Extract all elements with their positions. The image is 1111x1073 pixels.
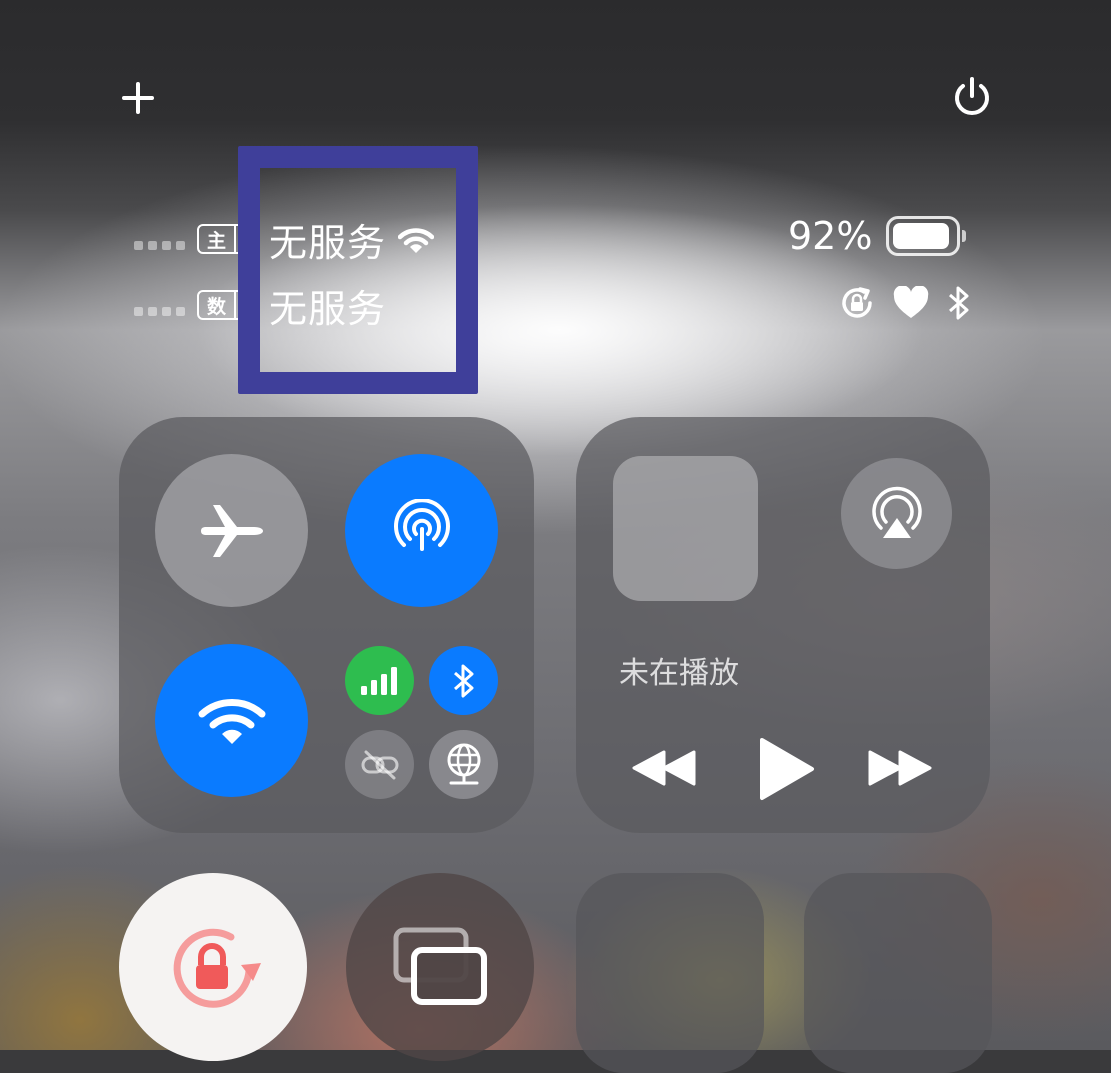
bluetooth-toggle[interactable] (429, 646, 498, 715)
rotation-lock-toggle[interactable] (119, 873, 307, 1061)
personal-hotspot-toggle[interactable] (345, 730, 414, 799)
rotation-lock-status-icon (842, 287, 872, 318)
battery-icon (886, 216, 961, 256)
battery-percent: 92% (788, 214, 873, 258)
wifi-toggle[interactable] (155, 644, 308, 797)
next-track-icon (868, 750, 932, 786)
vpn-toggle[interactable] (429, 730, 498, 799)
battery-level-fill (893, 223, 949, 249)
screen-mirroring-icon (393, 927, 487, 1005)
battery-nub (962, 230, 967, 242)
secondary-status-icons (838, 284, 972, 322)
plus-icon (122, 82, 154, 114)
airdrop-icon (393, 498, 450, 551)
signal-dots (134, 240, 185, 250)
airplane-mode-toggle[interactable] (155, 454, 308, 607)
next-track-button[interactable] (866, 744, 934, 792)
power-button[interactable] (950, 75, 994, 119)
heart-icon (893, 286, 929, 318)
airplay-button[interactable] (841, 458, 952, 569)
control-tile[interactable] (576, 873, 764, 1073)
previous-track-icon (632, 750, 696, 786)
vpn-globe-icon (447, 743, 480, 784)
battery-status: 92% (788, 214, 967, 258)
bluetooth-status-icon (949, 286, 969, 320)
control-tile[interactable] (804, 873, 992, 1073)
play-button[interactable] (754, 734, 818, 804)
rotation-lock-icon (173, 928, 261, 1008)
album-artwork[interactable] (613, 456, 758, 601)
airdrop-toggle[interactable] (345, 454, 498, 607)
signal-dots (134, 306, 185, 316)
cellular-icon (360, 666, 397, 695)
airplay-icon (871, 486, 922, 538)
cellular-data-toggle[interactable] (345, 646, 414, 715)
annotation-highlight-box (238, 146, 478, 394)
wifi-icon (198, 698, 265, 744)
previous-track-button[interactable] (630, 744, 698, 792)
now-playing-label: 未在播放 (619, 656, 739, 691)
airplane-icon (200, 504, 263, 557)
power-icon (955, 77, 989, 115)
personal-hotspot-icon (361, 750, 398, 779)
screen-mirroring-button[interactable] (346, 873, 534, 1061)
bluetooth-icon (453, 664, 473, 697)
play-icon (760, 738, 814, 800)
add-control-button[interactable] (116, 76, 160, 120)
